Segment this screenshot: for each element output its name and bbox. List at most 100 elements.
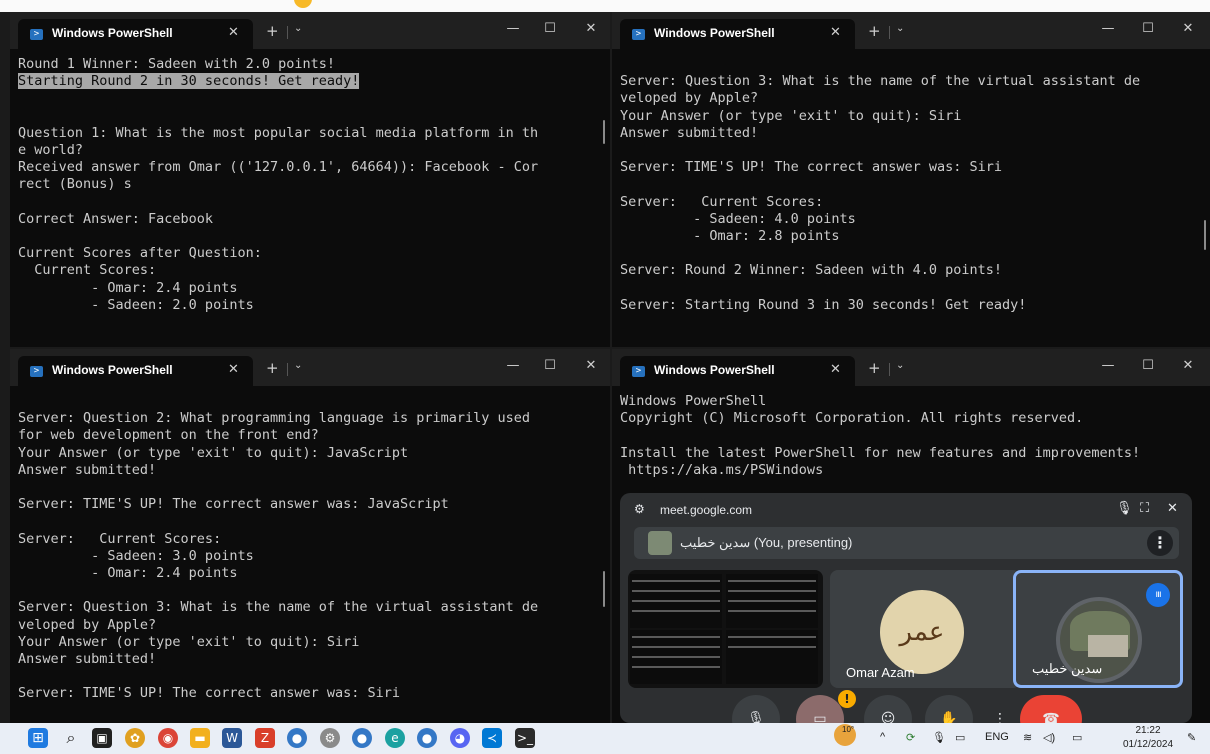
terminal-output[interactable]: Windows PowerShell Copyright (C) Microso… (620, 393, 1200, 479)
new-tab-button[interactable]: + (868, 359, 881, 377)
line: Server: TIME'S UP! The correct answer wa… (18, 685, 401, 702)
new-tab-button[interactable]: + (868, 22, 881, 40)
start-button[interactable]: ⊞ (28, 728, 48, 748)
line: - Omar: 2.4 points (18, 279, 238, 296)
line: Answer submitted! (18, 461, 157, 478)
close-button[interactable]: ✕ (1178, 358, 1198, 373)
chevron-down-icon[interactable]: ⌄ (896, 360, 904, 371)
close-tab-icon[interactable]: ✕ (830, 362, 841, 377)
volume-icon[interactable]: ◁) (1043, 731, 1055, 744)
powershell-window-top-right[interactable]: > Windows PowerShell ✕ + ⌄ — ☐ ✕ Server:… (612, 12, 1210, 347)
clock[interactable]: 21:22 01/12/2024 (1113, 724, 1183, 752)
emoji-button[interactable]: ☺ (864, 695, 912, 723)
search-icon[interactable]: ⌕ (61, 728, 81, 748)
end-call-button[interactable]: ☎ (1020, 695, 1082, 723)
line: veloped by Apple? (18, 616, 157, 633)
more-options-icon[interactable]: ⋮ (988, 695, 1012, 723)
close-tab-icon[interactable]: ✕ (228, 25, 239, 40)
chevron-down-icon[interactable]: ⌄ (294, 23, 302, 34)
new-tab-button[interactable]: + (266, 359, 279, 377)
line: Your Answer (or type 'exit' to quit): Ja… (18, 444, 409, 461)
camera-off-button[interactable]: ▭ (796, 695, 844, 723)
app-icon[interactable]: ● (287, 728, 307, 748)
notification-icon[interactable]: ✎ (1187, 731, 1196, 744)
sync-icon[interactable]: ⟳ (906, 731, 915, 744)
meet-overlay[interactable]: ⚙ meet.google.com 🎙 ⛶ ✕ سدين خطيب (You, … (620, 493, 1192, 723)
title-bar[interactable]: > Windows PowerShell ✕ + ⌄ — ☐ ✕ (10, 349, 610, 386)
raise-hand-button[interactable]: ✋ (925, 695, 973, 723)
chevron-up-icon[interactable]: ^ (880, 731, 885, 743)
powershell-window-top-left[interactable]: > Windows PowerShell ✕ + ⌄ — ☐ ✕ Round 1… (10, 12, 610, 347)
language-indicator[interactable]: ENG (985, 731, 1009, 743)
minimize-button[interactable]: — (1098, 358, 1118, 373)
terminal-tab[interactable]: > Windows PowerShell ✕ (18, 19, 253, 49)
screen-share-tile[interactable] (628, 570, 823, 688)
maximize-button[interactable]: ☐ (540, 21, 560, 36)
line: - Sadeen: 2.0 points (18, 296, 254, 313)
title-bar[interactable]: > Windows PowerShell ✕ + ⌄ — ☐ ✕ (612, 349, 1210, 386)
close-button[interactable]: ✕ (581, 21, 601, 36)
close-button[interactable]: ✕ (1178, 21, 1198, 36)
terminal-output[interactable]: Round 1 Winner: Sadeen with 2.0 points! … (18, 56, 600, 314)
vscode-icon[interactable]: ≺ (482, 728, 502, 748)
terminal-icon[interactable]: >_ (515, 728, 535, 748)
terminal-output[interactable]: Server: Question 2: What programming lan… (18, 393, 600, 703)
file-explorer-icon[interactable]: ▬ (190, 728, 210, 748)
microphone-icon[interactable]: 🎙 (932, 731, 946, 744)
chevron-down-icon[interactable]: ⌄ (896, 23, 904, 34)
participant-tile-self[interactable]: ııı سدين خطيب (1013, 570, 1183, 688)
new-tab-button[interactable]: + (266, 22, 279, 40)
line: Server: Round 2 Winner: Sadeen with 4.0 … (620, 262, 1003, 279)
line: https://aka.ms/PSWindows (620, 461, 824, 478)
app-icon[interactable]: ● (417, 728, 437, 748)
line: Windows PowerShell (620, 393, 767, 409)
terminal-tab[interactable]: > Windows PowerShell ✕ (620, 356, 855, 386)
line: - Sadeen: 4.0 points (620, 210, 856, 227)
maximize-button[interactable]: ☐ (540, 358, 560, 373)
minimize-button[interactable]: — (503, 358, 523, 373)
scrollbar[interactable] (1204, 220, 1206, 250)
minimize-button[interactable]: — (503, 21, 523, 36)
chrome-icon[interactable]: ◉ (158, 728, 178, 748)
scrollbar[interactable] (603, 571, 605, 607)
speaking-indicator-icon: ııı (1146, 583, 1170, 607)
emoji-icon (294, 0, 312, 8)
edge-icon[interactable]: e (385, 728, 405, 748)
powershell-window-bottom-left[interactable]: > Windows PowerShell ✕ + ⌄ — ☐ ✕ Server:… (10, 349, 610, 723)
settings-icon[interactable]: ⚙ (320, 728, 340, 748)
back-to-tab-icon[interactable]: ⛶ (1140, 501, 1149, 516)
microphone-button[interactable]: 🎙 (732, 695, 780, 723)
terminal-output[interactable]: Server: Question 3: What is the name of … (620, 56, 1200, 314)
terminal-tab[interactable]: > Windows PowerShell ✕ (620, 19, 855, 49)
more-options-icon[interactable]: ⋮ (1147, 530, 1173, 556)
title-bar[interactable]: > Windows PowerShell ✕ + ⌄ — ☐ ✕ (10, 12, 610, 49)
word-icon[interactable]: W (222, 728, 242, 748)
terminal-tab[interactable]: > Windows PowerShell ✕ (18, 356, 253, 386)
divider (889, 26, 890, 39)
maximize-button[interactable]: ☐ (1138, 358, 1158, 373)
chevron-down-icon[interactable]: ⌄ (294, 360, 302, 371)
discord-icon[interactable]: ◕ (450, 728, 470, 748)
battery-icon[interactable]: ▭ (1072, 731, 1082, 744)
maximize-button[interactable]: ☐ (1138, 21, 1158, 36)
participant-tile-omar[interactable]: عمر Omar Azam (830, 570, 1021, 688)
close-button[interactable]: ✕ (581, 358, 601, 373)
widgets-icon[interactable]: ✿ (125, 728, 145, 748)
date: 01/12/2024 (1122, 739, 1174, 750)
wifi-icon[interactable]: ≋ (1023, 731, 1032, 744)
close-icon[interactable]: ✕ (1167, 501, 1178, 516)
app-icon[interactable]: ● (352, 728, 372, 748)
task-view-icon[interactable]: ▣ (92, 728, 112, 748)
line: Server: Question 3: What is the name of … (18, 599, 539, 616)
weather-temp: 10° (842, 725, 855, 734)
close-tab-icon[interactable]: ✕ (228, 362, 239, 377)
minimize-button[interactable]: — (1098, 21, 1118, 36)
close-tab-icon[interactable]: ✕ (830, 25, 841, 40)
microphone-icon[interactable]: 🎙 (1116, 501, 1133, 516)
reader-icon[interactable]: Z (255, 728, 275, 748)
site-settings-icon[interactable]: ⚙ (634, 502, 645, 516)
divider (889, 363, 890, 376)
scrollbar[interactable] (603, 120, 605, 144)
display-icon[interactable]: ▭ (955, 731, 965, 744)
title-bar[interactable]: > Windows PowerShell ✕ + ⌄ — ☐ ✕ (612, 12, 1210, 49)
